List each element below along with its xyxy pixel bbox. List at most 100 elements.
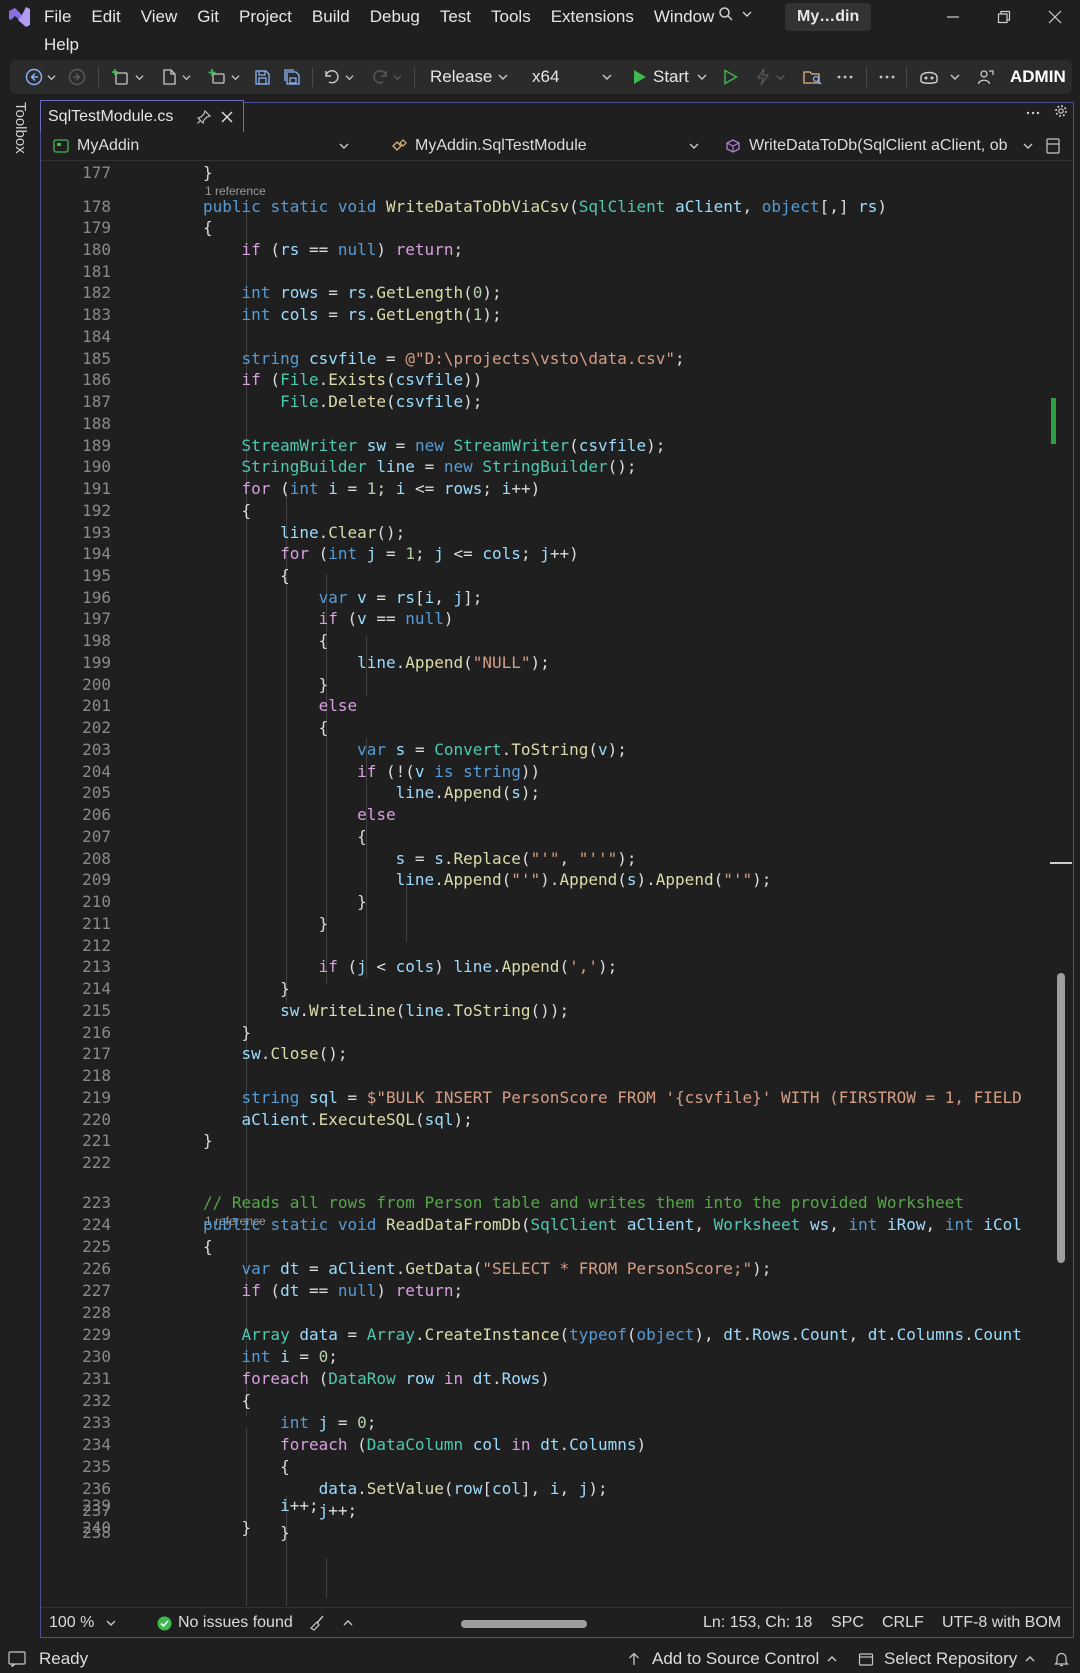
solution-platform-dropdown[interactable]: x64 [522, 63, 622, 91]
issues-indicator[interactable]: No issues found [157, 1608, 293, 1638]
menu-item-git[interactable]: Git [197, 7, 219, 27]
code-text[interactable]: sw.Close(); [203, 1043, 348, 1065]
code-text[interactable]: if (dt == null) return; [203, 1280, 464, 1302]
menu-item-view[interactable]: View [141, 7, 178, 27]
close-tab-button[interactable] [221, 111, 233, 123]
code-line[interactable]: 207 { [41, 826, 1051, 848]
code-text[interactable]: line.Clear(); [203, 522, 405, 544]
code-line[interactable]: 197 if (v == null) [41, 608, 1051, 630]
code-line[interactable]: 208 s = s.Replace("'", "''"); [41, 848, 1051, 870]
code-line[interactable]: 231 foreach (DataRow row in dt.Rows) [41, 1368, 1051, 1390]
code-line[interactable]: 193 line.Clear(); [41, 522, 1051, 544]
code-line[interactable]: 209 line.Append("'").Append(s).Append("'… [41, 869, 1051, 891]
code-line[interactable]: 225 { [41, 1236, 1051, 1258]
new-file-button[interactable] [152, 60, 198, 94]
project-dropdown[interactable]: MyAddin [53, 133, 353, 159]
code-text[interactable]: var s = Convert.ToString(v); [203, 739, 627, 761]
code-line[interactable]: 218 [41, 1065, 1051, 1087]
save-all-button[interactable] [278, 60, 306, 94]
code-text[interactable]: { [203, 826, 367, 848]
code-text[interactable]: int i = 0; [203, 1346, 338, 1368]
toolbar-overflow-button-2[interactable] [872, 60, 902, 94]
code-line[interactable]: 204 if (!(v is string)) [41, 761, 1051, 783]
code-text[interactable]: line.Append("'").Append(s).Append("'"); [203, 869, 772, 891]
browse-folder-button[interactable] [798, 60, 828, 94]
menu-item-file[interactable]: File [44, 7, 71, 27]
code-line[interactable]: 206 else [41, 804, 1051, 826]
split-window-button[interactable] [1046, 133, 1066, 159]
code-text[interactable]: for (int j = 1; j <= cols; j++) [203, 543, 579, 565]
code-cleanup-button[interactable] [309, 1608, 325, 1638]
code-line[interactable]: 212 [41, 935, 1051, 957]
start-debugging-button[interactable]: Start [622, 60, 714, 94]
user-account-label[interactable]: ADMIN [1010, 60, 1066, 94]
code-text[interactable]: aClient.ExecuteSQL(sql); [203, 1109, 473, 1131]
code-line[interactable]: 226 var dt = aClient.GetData("SELECT * F… [41, 1258, 1051, 1280]
code-line[interactable]: 181 [41, 261, 1051, 283]
code-text[interactable]: for (int i = 1; i <= rows; i++) [203, 478, 541, 500]
code-line[interactable]: 188 [41, 413, 1051, 435]
select-repository-button[interactable]: Select Repository [858, 1644, 1035, 1673]
start-without-debugging-button[interactable] [714, 60, 746, 94]
code-line[interactable]: 178 public static void WriteDataToDbViaCs… [41, 196, 1051, 218]
code-line[interactable]: 240 } [41, 1517, 1051, 1539]
output-toggle-button[interactable] [8, 1644, 26, 1673]
minimize-button[interactable] [935, 2, 971, 32]
save-button[interactable] [248, 60, 276, 94]
code-text[interactable]: var v = rs[i, j]; [203, 587, 483, 609]
code-text[interactable]: string csvfile = @"D:\projects\vsto\data… [203, 348, 685, 370]
code-text[interactable]: foreach (DataRow row in dt.Rows) [203, 1368, 550, 1390]
code-line[interactable]: 210 } [41, 891, 1051, 913]
encoding-indicator[interactable]: UTF-8 with BOM [942, 1608, 1061, 1638]
code-line[interactable]: 199 line.Append("NULL"); [41, 652, 1051, 674]
code-text[interactable]: } [203, 674, 329, 696]
code-line[interactable]: 187 File.Delete(csvfile); [41, 391, 1051, 413]
code-text[interactable]: public static void WriteDataToDbViaCsv(S… [203, 196, 887, 218]
code-line[interactable]: 228 [41, 1302, 1051, 1324]
code-text[interactable]: { [203, 1236, 213, 1258]
toolbox-tab[interactable]: Toolbox [8, 100, 34, 170]
notifications-button[interactable] [1054, 1644, 1069, 1673]
zoom-dropdown[interactable]: 100 % [49, 1608, 116, 1638]
menu-item-window[interactable]: Window [654, 7, 714, 27]
horizontal-scrollbar-thumb[interactable] [461, 1620, 587, 1628]
code-line[interactable]: 217 sw.Close(); [41, 1043, 1051, 1065]
code-line[interactable]: 194 for (int j = 1; j <= cols; j++) [41, 543, 1051, 565]
code-text[interactable]: { [203, 630, 329, 652]
hot-reload-button[interactable] [746, 60, 792, 94]
code-line[interactable]: 177} [41, 162, 1051, 184]
code-line[interactable]: 239 i++; [41, 1495, 1051, 1517]
solution-configuration-dropdown[interactable]: Release [420, 63, 518, 91]
code-text[interactable]: if (j < cols) line.Append(','); [203, 956, 618, 978]
code-text[interactable]: string sql = $"BULK INSERT PersonScore F… [203, 1087, 1022, 1109]
code-text[interactable]: s = s.Replace("'", "''"); [203, 848, 637, 870]
code-line[interactable]: 213 if (j < cols) line.Append(','); [41, 956, 1051, 978]
copilot-button[interactable] [912, 60, 966, 94]
code-line[interactable]: 200 } [41, 674, 1051, 696]
code-line[interactable]: 220 aClient.ExecuteSQL(sql); [41, 1109, 1051, 1131]
code-line[interactable]: 203 var s = Convert.ToString(v); [41, 739, 1051, 761]
code-line[interactable]: 232 { [41, 1390, 1051, 1412]
code-line[interactable]: 184 [41, 326, 1051, 348]
menu-item-project[interactable]: Project [239, 7, 292, 27]
code-text[interactable]: StreamWriter sw = new StreamWriter(csvfi… [203, 435, 666, 457]
code-line[interactable]: 189 StreamWriter sw = new StreamWriter(c… [41, 435, 1051, 457]
add-to-source-control-button[interactable]: Add to Source Control [628, 1644, 837, 1673]
tab-overflow-button[interactable] [1026, 104, 1040, 123]
code-text[interactable]: if (rs == null) return; [203, 239, 464, 261]
code-line[interactable]: 183 int cols = rs.GetLength(1); [41, 304, 1051, 326]
code-line[interactable]: 221} [41, 1130, 1051, 1152]
document-tab-sqltestmodule[interactable]: SqlTestModule.cs [40, 100, 244, 132]
code-text[interactable]: // Reads all rows from Person table and … [203, 1192, 964, 1214]
code-line[interactable]: 182 int rows = rs.GetLength(0); [41, 282, 1051, 304]
undo-button[interactable] [316, 60, 360, 94]
code-text[interactable]: line.Append("NULL"); [203, 652, 550, 674]
code-text[interactable]: { [203, 565, 290, 587]
line-column-indicator[interactable]: Ln: 153, Ch: 18 [703, 1608, 812, 1638]
code-text[interactable]: int rows = rs.GetLength(0); [203, 282, 502, 304]
navigate-back-button[interactable] [18, 60, 62, 94]
code-text[interactable]: sw.WriteLine(line.ToString()); [203, 1000, 569, 1022]
code-line[interactable]: 216 } [41, 1022, 1051, 1044]
code-line[interactable]: 219 string sql = $"BULK INSERT PersonSco… [41, 1087, 1051, 1109]
code-line[interactable]: 227 if (dt == null) return; [41, 1280, 1051, 1302]
